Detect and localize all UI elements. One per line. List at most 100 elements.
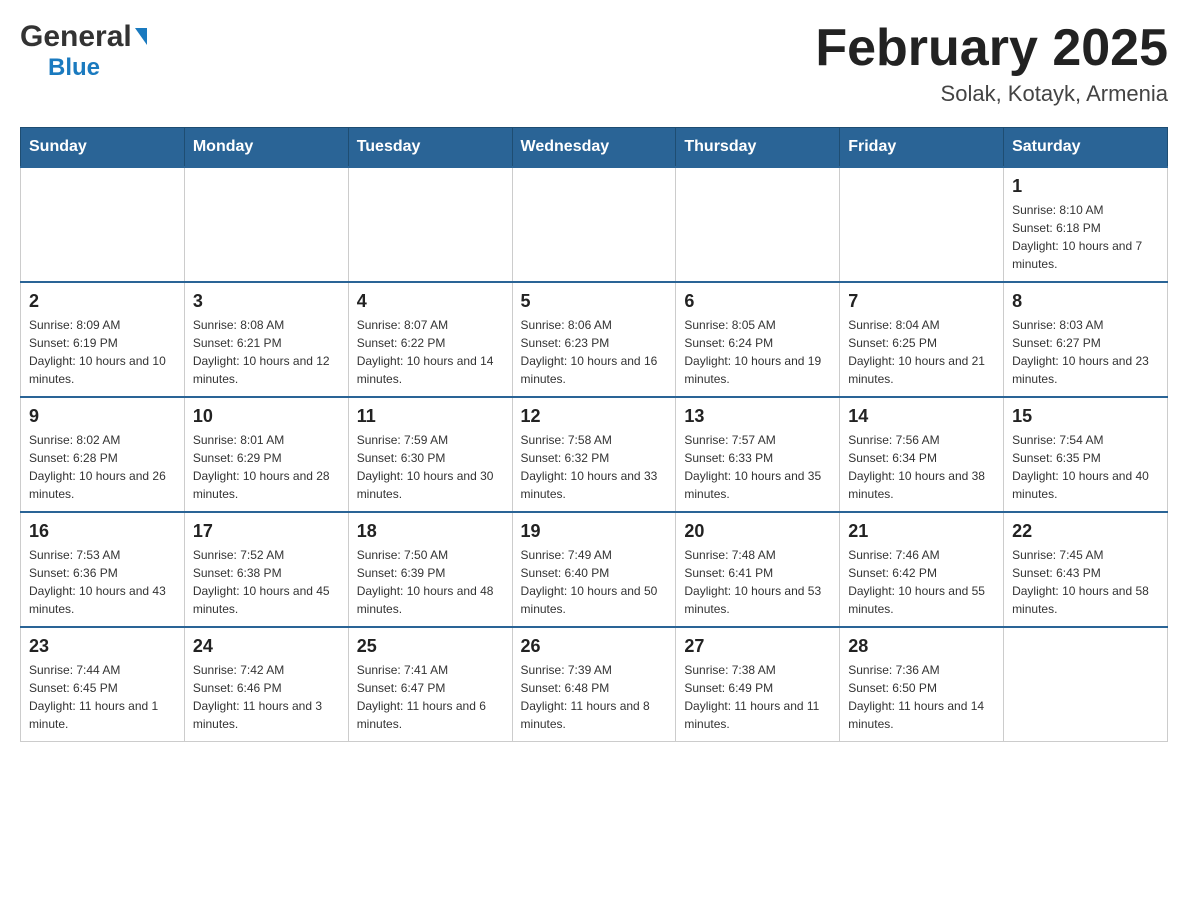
calendar-cell: 25 Sunrise: 7:41 AM Sunset: 6:47 PM Dayli… [348, 627, 512, 742]
calendar-cell [1004, 627, 1168, 742]
calendar-week-2: 9 Sunrise: 8:02 AM Sunset: 6:28 PM Daylig… [21, 397, 1168, 512]
day-info: Sunrise: 7:36 AM Sunset: 6:50 PM Dayligh… [848, 661, 995, 733]
calendar-cell: 8 Sunrise: 8:03 AM Sunset: 6:27 PM Daylig… [1004, 282, 1168, 397]
calendar-cell: 17 Sunrise: 7:52 AM Sunset: 6:38 PM Dayli… [184, 512, 348, 627]
day-info: Sunrise: 7:38 AM Sunset: 6:49 PM Dayligh… [684, 661, 831, 733]
day-number: 22 [1012, 521, 1159, 542]
day-info: Sunrise: 8:01 AM Sunset: 6:29 PM Dayligh… [193, 431, 340, 503]
calendar-cell: 28 Sunrise: 7:36 AM Sunset: 6:50 PM Dayli… [840, 627, 1004, 742]
day-info: Sunrise: 8:05 AM Sunset: 6:24 PM Dayligh… [684, 316, 831, 388]
day-info: Sunrise: 7:42 AM Sunset: 6:46 PM Dayligh… [193, 661, 340, 733]
day-number: 9 [29, 406, 176, 427]
day-number: 20 [684, 521, 831, 542]
day-header-friday: Friday [840, 128, 1004, 168]
day-number: 14 [848, 406, 995, 427]
calendar-week-4: 23 Sunrise: 7:44 AM Sunset: 6:45 PM Dayli… [21, 627, 1168, 742]
day-number: 6 [684, 291, 831, 312]
day-info: Sunrise: 7:46 AM Sunset: 6:42 PM Dayligh… [848, 546, 995, 618]
day-info: Sunrise: 7:52 AM Sunset: 6:38 PM Dayligh… [193, 546, 340, 618]
day-number: 3 [193, 291, 340, 312]
calendar-cell: 15Sunrise: 7:54 AM Sunset: 6:35 PM Dayli… [1004, 397, 1168, 512]
calendar-cell: 13 Sunrise: 7:57 AM Sunset: 6:33 PM Dayli… [676, 397, 840, 512]
day-number: 10 [193, 406, 340, 427]
day-info: Sunrise: 7:41 AM Sunset: 6:47 PM Dayligh… [357, 661, 504, 733]
calendar-cell: 23 Sunrise: 7:44 AM Sunset: 6:45 PM Dayli… [21, 627, 185, 742]
day-info: Sunrise: 8:09 AM Sunset: 6:19 PM Dayligh… [29, 316, 176, 388]
calendar-cell: 19 Sunrise: 7:49 AM Sunset: 6:40 PM Dayli… [512, 512, 676, 627]
calendar-cell: 24 Sunrise: 7:42 AM Sunset: 6:46 PM Dayli… [184, 627, 348, 742]
calendar-cell: 7 Sunrise: 8:04 AM Sunset: 6:25 PM Daylig… [840, 282, 1004, 397]
calendar-cell: 3 Sunrise: 8:08 AM Sunset: 6:21 PM Daylig… [184, 282, 348, 397]
calendar-cell: 9 Sunrise: 8:02 AM Sunset: 6:28 PM Daylig… [21, 397, 185, 512]
day-info: Sunrise: 7:58 AM Sunset: 6:32 PM Dayligh… [521, 431, 668, 503]
day-number: 28 [848, 636, 995, 657]
day-number: 26 [521, 636, 668, 657]
calendar-cell: 27 Sunrise: 7:38 AM Sunset: 6:49 PM Dayli… [676, 627, 840, 742]
calendar-cell [512, 167, 676, 282]
calendar-cell: 14 Sunrise: 7:56 AM Sunset: 6:34 PM Dayli… [840, 397, 1004, 512]
day-number: 24 [193, 636, 340, 657]
day-number: 8 [1012, 291, 1159, 312]
day-info: Sunrise: 8:07 AM Sunset: 6:22 PM Dayligh… [357, 316, 504, 388]
day-info: Sunrise: 7:49 AM Sunset: 6:40 PM Dayligh… [521, 546, 668, 618]
calendar-cell: 21 Sunrise: 7:46 AM Sunset: 6:42 PM Dayli… [840, 512, 1004, 627]
logo-triangle-icon [135, 28, 147, 45]
day-info: Sunrise: 7:59 AM Sunset: 6:30 PM Dayligh… [357, 431, 504, 503]
calendar-cell: 5 Sunrise: 8:06 AM Sunset: 6:23 PM Daylig… [512, 282, 676, 397]
calendar-body: 1 Sunrise: 8:10 AM Sunset: 6:18 PM Daylig… [21, 167, 1168, 742]
day-info: Sunrise: 8:04 AM Sunset: 6:25 PM Dayligh… [848, 316, 995, 388]
calendar-cell [676, 167, 840, 282]
logo-general-text: General [20, 20, 132, 54]
day-number: 16 [29, 521, 176, 542]
day-number: 5 [521, 291, 668, 312]
day-info: Sunrise: 7:48 AM Sunset: 6:41 PM Dayligh… [684, 546, 831, 618]
location: Solak, Kotayk, Armenia [815, 81, 1168, 107]
day-number: 19 [521, 521, 668, 542]
day-number: 1 [1012, 176, 1159, 197]
day-number: 11 [357, 406, 504, 427]
day-info: Sunrise: 7:50 AM Sunset: 6:39 PM Dayligh… [357, 546, 504, 618]
day-info: Sunrise: 8:10 AM Sunset: 6:18 PM Dayligh… [1012, 201, 1159, 273]
day-info: Sunrise: 8:08 AM Sunset: 6:21 PM Dayligh… [193, 316, 340, 388]
logo-blue-text: Blue [48, 54, 100, 82]
calendar-week-3: 16Sunrise: 7:53 AM Sunset: 6:36 PM Dayli… [21, 512, 1168, 627]
calendar-cell: 16Sunrise: 7:53 AM Sunset: 6:36 PM Dayli… [21, 512, 185, 627]
calendar-cell [348, 167, 512, 282]
calendar-week-0: 1 Sunrise: 8:10 AM Sunset: 6:18 PM Daylig… [21, 167, 1168, 282]
day-number: 18 [357, 521, 504, 542]
day-number: 7 [848, 291, 995, 312]
calendar-cell: 20 Sunrise: 7:48 AM Sunset: 6:41 PM Dayli… [676, 512, 840, 627]
day-number: 15 [1012, 406, 1159, 427]
calendar-cell: 11 Sunrise: 7:59 AM Sunset: 6:30 PM Dayli… [348, 397, 512, 512]
calendar-cell: 12Sunrise: 7:58 AM Sunset: 6:32 PM Dayli… [512, 397, 676, 512]
day-header-monday: Monday [184, 128, 348, 168]
calendar-cell: 2Sunrise: 8:09 AM Sunset: 6:19 PM Daylig… [21, 282, 185, 397]
day-number: 17 [193, 521, 340, 542]
title-block: February 2025 Solak, Kotayk, Armenia [815, 20, 1168, 107]
calendar-cell: 10 Sunrise: 8:01 AM Sunset: 6:29 PM Dayli… [184, 397, 348, 512]
day-info: Sunrise: 8:06 AM Sunset: 6:23 PM Dayligh… [521, 316, 668, 388]
calendar-cell [840, 167, 1004, 282]
calendar-header-row: SundayMondayTuesdayWednesdayThursdayFrid… [21, 128, 1168, 168]
day-info: Sunrise: 7:56 AM Sunset: 6:34 PM Dayligh… [848, 431, 995, 503]
page-header: General Blue February 2025 Solak, Kotayk… [20, 20, 1168, 107]
calendar-cell: 4 Sunrise: 8:07 AM Sunset: 6:22 PM Daylig… [348, 282, 512, 397]
day-info: Sunrise: 8:03 AM Sunset: 6:27 PM Dayligh… [1012, 316, 1159, 388]
day-number: 13 [684, 406, 831, 427]
calendar-cell: 6 Sunrise: 8:05 AM Sunset: 6:24 PM Daylig… [676, 282, 840, 397]
day-header-wednesday: Wednesday [512, 128, 676, 168]
calendar-cell [184, 167, 348, 282]
day-number: 21 [848, 521, 995, 542]
calendar-week-1: 2Sunrise: 8:09 AM Sunset: 6:19 PM Daylig… [21, 282, 1168, 397]
day-header-sunday: Sunday [21, 128, 185, 168]
day-info: Sunrise: 8:02 AM Sunset: 6:28 PM Dayligh… [29, 431, 176, 503]
day-number: 4 [357, 291, 504, 312]
day-number: 25 [357, 636, 504, 657]
day-info: Sunrise: 7:44 AM Sunset: 6:45 PM Dayligh… [29, 661, 176, 733]
calendar-cell: 26Sunrise: 7:39 AM Sunset: 6:48 PM Dayli… [512, 627, 676, 742]
day-number: 27 [684, 636, 831, 657]
day-number: 23 [29, 636, 176, 657]
calendar-cell [21, 167, 185, 282]
day-header-saturday: Saturday [1004, 128, 1168, 168]
day-info: Sunrise: 7:57 AM Sunset: 6:33 PM Dayligh… [684, 431, 831, 503]
